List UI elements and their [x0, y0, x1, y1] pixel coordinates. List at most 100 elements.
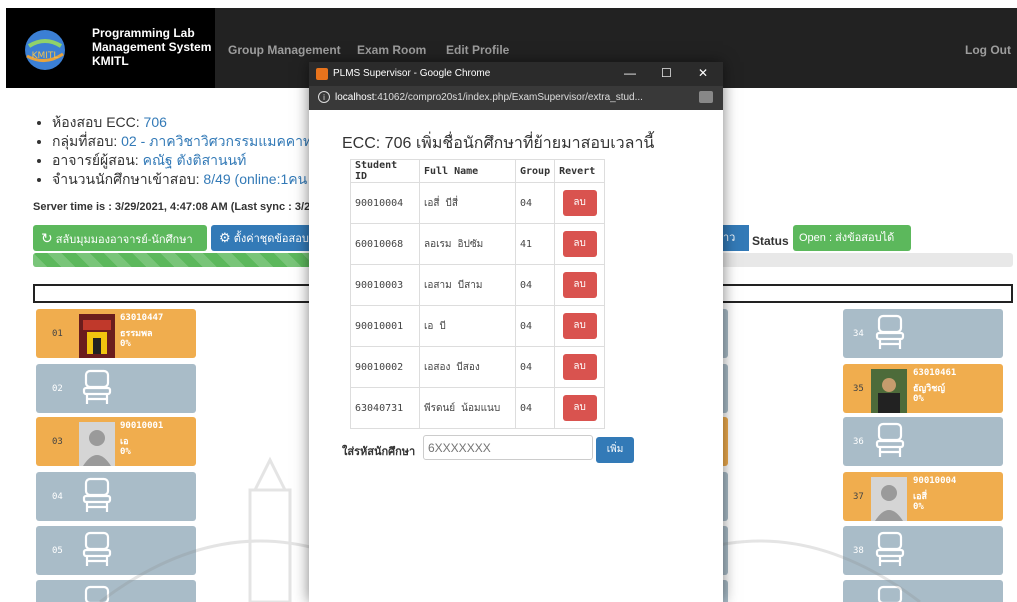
nav-exam-room[interactable]: Exam Room	[357, 43, 426, 57]
cell-full-name: พีรดนย์ น้อมแนบ	[419, 387, 516, 429]
seat-student-id: 90010004	[913, 476, 957, 486]
table-row: 90010001 เอ บี 04 ลบ	[350, 305, 606, 347]
cell-group: 04	[514, 387, 556, 429]
popup-heading: ECC: 706 เพิ่มชื่อนักศึกษาที่ย้ายมาสอบเว…	[342, 135, 655, 152]
seat-05[interactable]: 05	[36, 526, 196, 575]
chair-icon	[82, 369, 112, 404]
seat-04[interactable]: 04	[36, 472, 196, 521]
info-group: กลุ่มที่สอบ: 02 - ภาควิชาวิศวกรรมแมคคาทร	[52, 132, 320, 151]
info-icon[interactable]: i	[318, 91, 330, 103]
avatar-icon	[79, 422, 115, 466]
cell-student-id: 90010004	[350, 182, 420, 224]
chair-icon	[82, 477, 112, 512]
table-row: 63040731 พีรดนย์ น้อมแนบ 04 ลบ	[350, 387, 606, 429]
delete-button[interactable]: ลบ	[562, 313, 597, 339]
seat-36[interactable]: 36	[843, 417, 1003, 466]
popup-url[interactable]: localhost:41062/compro20s1/index.php/Exa…	[335, 92, 643, 103]
seat-progress: 0%	[913, 394, 924, 404]
seat-number: 38	[853, 545, 864, 556]
cell-revert: ลบ	[554, 346, 606, 388]
status-value-button[interactable]: Open : ส่งข้อสอบได้	[793, 225, 911, 251]
supervisor-popup-window: PLMS Supervisor - Google Chrome — ☐ ✕ i …	[309, 62, 723, 602]
seat-02[interactable]: 02	[36, 364, 196, 413]
seat-student-name: ธรรมพล	[120, 329, 153, 339]
avatar-icon	[871, 477, 907, 521]
logout-link[interactable]: Log Out	[965, 43, 1011, 57]
info-room: ห้องสอบ ECC: 706	[52, 113, 320, 132]
delete-button[interactable]: ลบ	[562, 395, 597, 421]
cell-student-id: 60010068	[350, 223, 420, 265]
col-revert: Revert	[554, 159, 606, 183]
delete-button[interactable]: ลบ	[562, 190, 597, 216]
delete-button[interactable]: ลบ	[562, 354, 597, 380]
cell-revert: ลบ	[554, 264, 606, 306]
add-student-button[interactable]: เพิ่ม	[596, 437, 634, 463]
close-icon[interactable]: ✕	[698, 66, 708, 80]
chair-icon	[84, 585, 110, 602]
maximize-icon[interactable]: ☐	[661, 66, 672, 80]
seat-34[interactable]: 34	[843, 309, 1003, 358]
seat-student-id: 63010461	[913, 368, 957, 378]
seat-01[interactable]: 01 63010447 ธรรมพล 0%	[36, 309, 196, 358]
cell-student-id: 63040731	[350, 387, 420, 429]
gear-icon: ⚙	[219, 230, 231, 245]
seat-37[interactable]: 37 90010004 เอสี่ 0%	[843, 472, 1003, 521]
table-row: 90010002 เอสอง บีสอง 04 ลบ	[350, 346, 606, 388]
nav-edit-profile[interactable]: Edit Profile	[446, 43, 509, 57]
add-student-label: ใส่รหัสนักศึกษา	[342, 446, 416, 458]
cell-group: 04	[514, 346, 556, 388]
cell-student-id: 90010003	[350, 264, 420, 306]
seat-progress: 0%	[913, 502, 924, 512]
col-full-name: Full Name	[419, 159, 516, 183]
nav-group-management[interactable]: Group Management	[228, 43, 341, 57]
seat-student-name: เอสี่	[913, 492, 927, 502]
chair-icon	[877, 585, 903, 602]
seat-progress: 0%	[120, 339, 131, 349]
table-row: 90010004 เอสี่ บีสี่ 04 ลบ	[350, 182, 606, 224]
seat-extra-left[interactable]	[36, 580, 196, 602]
cell-full-name: เอสี่ บีสี่	[419, 182, 516, 224]
seat-student-id: 90010001	[120, 421, 164, 431]
cell-group: 41	[514, 223, 556, 265]
svg-text:KMITL: KMITL	[32, 51, 59, 61]
popup-title: PLMS Supervisor - Google Chrome	[333, 68, 491, 79]
cell-revert: ลบ	[554, 223, 606, 265]
delete-button[interactable]: ลบ	[562, 231, 597, 257]
cell-student-id: 90010002	[350, 346, 420, 388]
seat-38[interactable]: 38	[843, 526, 1003, 575]
info-teacher: อาจารย์ผู้สอน: คณัฐ ตังติสานนท์	[52, 151, 320, 170]
seat-student-name: ธัญวิชญ์	[913, 384, 945, 394]
plms-icon	[316, 68, 328, 80]
translate-icon[interactable]	[699, 91, 713, 103]
kmitl-logo-icon: KMITL	[25, 30, 65, 70]
col-group: Group	[514, 159, 556, 183]
seat-number: 37	[853, 491, 864, 502]
cell-group: 04	[514, 264, 556, 306]
right-blue-button[interactable]: าว	[721, 225, 749, 251]
seat-number: 36	[853, 436, 864, 447]
brand[interactable]: KMITL Programming Lab Management System …	[6, 8, 215, 88]
seat-extra-right[interactable]	[843, 580, 1003, 602]
exam-settings-button[interactable]: ⚙ ตั้งค่าชุดข้อสอบ	[211, 225, 319, 251]
seat-03[interactable]: 03 90010001 เอ 0%	[36, 417, 196, 466]
seat-35[interactable]: 35 63010461 ธัญวิชญ์ 0%	[843, 364, 1003, 413]
seat-student-name: เอ	[120, 437, 129, 447]
cell-student-id: 90010001	[350, 305, 420, 347]
student-photo	[871, 369, 907, 413]
col-student-id: Student ID	[350, 159, 420, 183]
seat-number: 02	[52, 383, 63, 394]
seat-number: 03	[52, 436, 63, 447]
cell-revert: ลบ	[554, 387, 606, 429]
delete-button[interactable]: ลบ	[562, 272, 597, 298]
server-time: Server time is : 3/29/2021, 4:47:08 AM (…	[33, 201, 317, 213]
cell-revert: ลบ	[554, 182, 606, 224]
cell-group: 04	[514, 182, 556, 224]
seat-progress: 0%	[120, 447, 131, 457]
info-count: จำนวนนักศึกษาเข้าสอบ: 8/49 (online:1คน	[52, 170, 320, 189]
switch-view-button[interactable]: ↻ สลับมุมมองอาจารย์-นักศึกษา	[33, 225, 207, 251]
minimize-icon[interactable]: —	[624, 66, 636, 80]
cell-full-name: เอสาม บีสาม	[419, 264, 516, 306]
student-photo	[79, 314, 115, 358]
chair-icon	[875, 531, 905, 566]
student-id-input[interactable]	[423, 435, 593, 460]
